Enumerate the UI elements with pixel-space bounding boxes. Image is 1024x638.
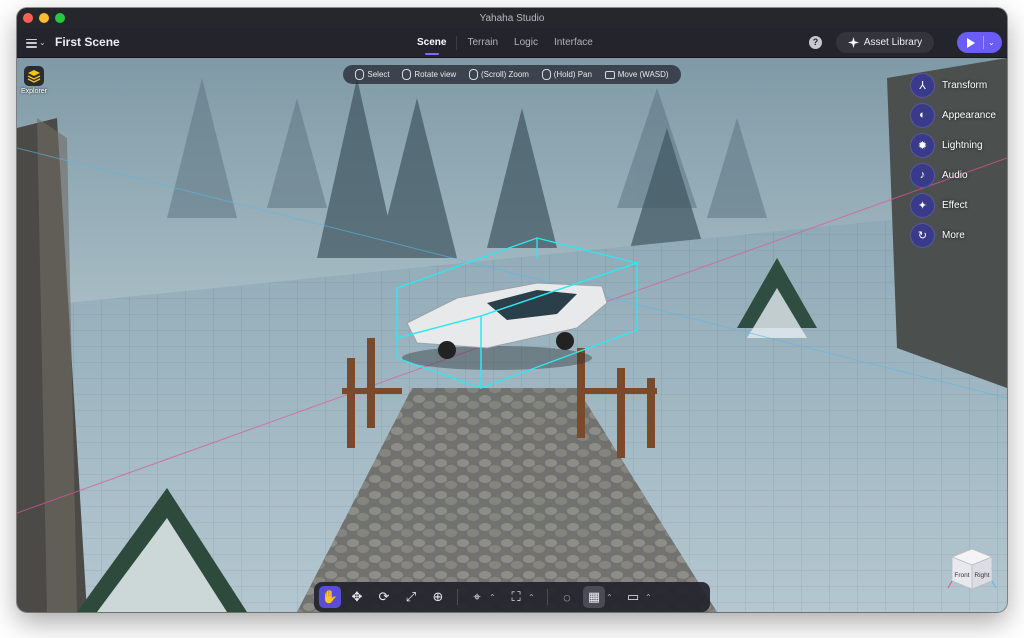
play-button[interactable]: ⌄: [957, 32, 1002, 53]
move-arrows-icon: ✥: [351, 589, 363, 604]
mouse-right-icon: [402, 69, 412, 80]
scene-render: [17, 58, 1007, 612]
hint-zoom-label: (Scroll) Zoom: [480, 70, 529, 79]
hint-rotate-label: Rotate view: [414, 70, 457, 79]
camera-options-chevron-icon[interactable]: ⌃: [645, 593, 655, 602]
property-label: Lightning: [942, 139, 983, 151]
tab-terrain[interactable]: Terrain: [459, 28, 506, 58]
asset-library-button[interactable]: Asset Library: [836, 32, 934, 53]
hint-zoom: (Scroll) Zoom: [468, 69, 529, 80]
scene-viewport[interactable]: Explorer Select Rotate view (Scroll) Zoo…: [17, 58, 1007, 612]
appearance-icon: ◐: [910, 102, 935, 128]
grid-icon: ▦: [587, 589, 601, 604]
hint-select-label: Select: [367, 70, 390, 79]
minimize-window-button[interactable]: [39, 13, 49, 23]
controls-hint-bar: Select Rotate view (Scroll) Zoom (Hold) …: [343, 65, 681, 84]
scale-tool-button[interactable]: ⤢: [400, 586, 422, 608]
tab-scene[interactable]: Scene: [409, 28, 454, 58]
property-label: More: [942, 229, 965, 241]
mouse-left-icon: [355, 69, 365, 80]
property-label: Effect: [942, 199, 968, 211]
app-window: Yahaha Studio ⌄ First Scene Scene Terrai…: [17, 8, 1007, 612]
focus-button[interactable]: ⛶: [505, 586, 527, 608]
pivot-options-chevron-icon[interactable]: ⌃: [489, 593, 499, 602]
property-label: Transform: [942, 79, 988, 91]
rotate-tool-button[interactable]: ⟳: [373, 586, 395, 608]
property-label: Audio: [942, 169, 968, 181]
hand-icon: ✋: [321, 589, 339, 604]
property-more[interactable]: ↻ More: [910, 220, 1005, 250]
chevron-down-icon: ⌄: [39, 38, 46, 47]
property-appearance[interactable]: ◐ Appearance: [910, 100, 1005, 130]
asset-library-label: Asset Library: [863, 37, 923, 48]
scale-icon: ⤢: [405, 589, 417, 604]
tab-logic[interactable]: Logic: [506, 28, 546, 58]
more-icon: ↻: [910, 222, 935, 248]
scene-name: First Scene: [55, 35, 120, 49]
view-cube[interactable]: Front Right: [947, 546, 997, 596]
hint-pan: (Hold) Pan: [541, 69, 592, 80]
move-tool-button[interactable]: ✥: [346, 586, 368, 608]
hint-pan-label: (Hold) Pan: [553, 70, 592, 79]
light-bulb-icon: ✹: [910, 132, 935, 158]
grid-options-chevron-icon[interactable]: ⌃: [606, 593, 616, 602]
snap-button[interactable]: ◌: [556, 586, 578, 608]
explorer-label: Explorer: [20, 88, 48, 95]
rotate-icon: ⟳: [378, 589, 390, 604]
close-window-button[interactable]: [23, 13, 33, 23]
transform-icon: ⅄: [910, 72, 935, 98]
grid-toggle-button[interactable]: ▦: [583, 586, 605, 608]
crosshair-icon: ⊕: [432, 589, 444, 604]
mouse-middle-icon: [541, 69, 551, 80]
focus-options-chevron-icon[interactable]: ⌃: [528, 593, 538, 602]
window-title: Yahaha Studio: [479, 12, 545, 24]
property-transform[interactable]: ⅄ Transform: [910, 70, 1005, 100]
pivot-icon: ⌖: [473, 589, 481, 604]
transform-toolbar: ✋ ✥ ⟳ ⤢ ⊕ ⌖ ⌃ ⛶ ⌃ ◌ ▦ ⌃ ▭ ⌃: [314, 582, 710, 612]
keyboard-icon: [604, 70, 615, 79]
hint-move: Move (WASD): [604, 70, 669, 79]
camera-button[interactable]: ▭: [622, 586, 644, 608]
camera-icon: ▭: [626, 589, 640, 604]
pivot-button[interactable]: ⌖: [466, 586, 488, 608]
focus-frame-icon: ⛶: [511, 589, 521, 604]
view-cube-right-label: Right: [974, 572, 989, 579]
sparkle-icon: [847, 37, 859, 48]
play-options-chevron-icon[interactable]: ⌄: [988, 38, 995, 47]
explorer-button[interactable]: Explorer: [20, 66, 48, 98]
property-audio[interactable]: ♪ Audio: [910, 160, 1005, 190]
property-effect[interactable]: ✦ Effect: [910, 190, 1005, 220]
hand-tool-button[interactable]: ✋: [319, 586, 341, 608]
zoom-window-button[interactable]: [55, 13, 65, 23]
layers-icon: [27, 70, 41, 83]
top-menu-bar: ⌄ First Scene Scene Terrain Logic Interf…: [17, 28, 1007, 58]
property-label: Appearance: [942, 109, 996, 121]
snap-icon: ◌: [563, 589, 571, 605]
view-cube-front-label: Front: [954, 572, 969, 579]
hint-rotate: Rotate view: [402, 69, 456, 80]
mouse-scroll-icon: [468, 69, 478, 80]
hint-select: Select: [355, 69, 390, 80]
hamburger-icon: [26, 38, 37, 48]
title-bar: Yahaha Studio: [17, 8, 1007, 28]
universal-tool-button[interactable]: ⊕: [427, 586, 449, 608]
mode-tabs: Scene Terrain Logic Interface: [409, 28, 601, 58]
help-button[interactable]: ?: [809, 36, 822, 49]
tab-interface[interactable]: Interface: [546, 28, 601, 58]
window-controls: [23, 13, 65, 23]
property-lightning[interactable]: ✹ Lightning: [910, 130, 1005, 160]
properties-panel: ⅄ Transform ◐ Appearance ✹ Lightning ♪ A…: [910, 70, 1005, 250]
hint-move-label: Move (WASD): [617, 70, 669, 79]
tab-divider: [456, 36, 458, 50]
speaker-icon: ♪: [910, 162, 935, 188]
main-menu-button[interactable]: ⌄: [26, 36, 48, 50]
play-icon: [967, 37, 975, 48]
magic-wand-icon: ✦: [910, 192, 935, 218]
